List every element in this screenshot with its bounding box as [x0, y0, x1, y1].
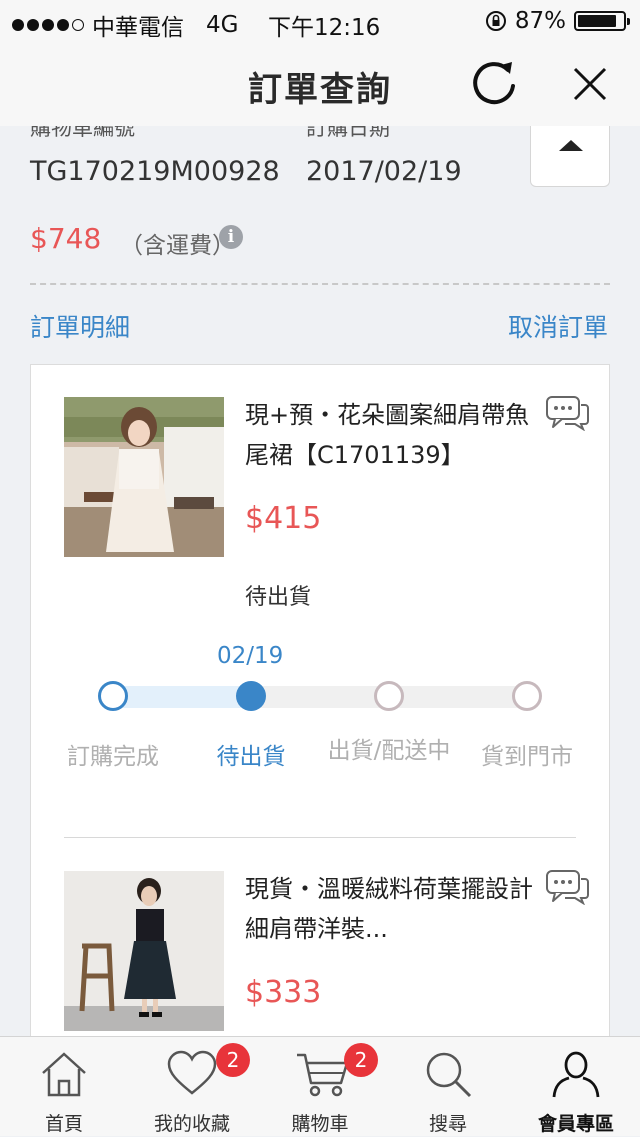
- scroll-to-top-button[interactable]: [530, 126, 610, 187]
- home-icon: [42, 1052, 86, 1097]
- tab-home-label: 首頁: [44, 1113, 83, 1135]
- tab-cart[interactable]: 2 購物車: [256, 1037, 384, 1137]
- status-bar: 中華電信 4G 下午12:16 87%: [0, 0, 640, 42]
- cart-badge: 2: [344, 1043, 378, 1077]
- step-label-shipping: 出貨/配送中: [327, 738, 451, 764]
- order-number: TG170219M00928: [30, 156, 280, 187]
- product-price: $333: [245, 975, 322, 1010]
- step-label-arrived: 貨到門市: [481, 744, 573, 770]
- tab-favorites[interactable]: 2 我的收藏: [128, 1037, 256, 1137]
- step-circle-arrived: [512, 681, 542, 711]
- network-type: 4G: [206, 12, 239, 38]
- chat-bubble-icon[interactable]: [545, 395, 589, 431]
- tab-member[interactable]: 會員專區: [512, 1037, 640, 1137]
- step-circle-pending: [236, 681, 266, 711]
- cancel-order-link[interactable]: 取消訂單: [508, 308, 608, 344]
- tab-member-label: 會員專區: [537, 1113, 614, 1135]
- heart-icon: [167, 1050, 217, 1095]
- signal-strength-icon: [12, 19, 84, 31]
- cart-icon: [297, 1053, 349, 1097]
- battery-percent: 87%: [514, 8, 566, 34]
- info-icon[interactable]: i: [219, 225, 243, 249]
- order-details-link[interactable]: 訂單明細: [30, 308, 130, 344]
- product-image[interactable]: [64, 397, 224, 557]
- tab-search[interactable]: 搜尋: [384, 1037, 512, 1137]
- carrier-name: 中華電信: [92, 15, 184, 41]
- item-divider: [64, 837, 576, 838]
- progress-track: [113, 686, 527, 708]
- navigation-bar: 訂單查詢: [0, 42, 640, 126]
- order-content[interactable]: 購物車編號 訂購日期 TG170219M00928 2017/02/19 $74…: [0, 126, 640, 1036]
- close-icon[interactable]: [568, 62, 612, 106]
- step-label-ordered: 訂購完成: [67, 744, 159, 770]
- order-total: $748: [30, 222, 102, 255]
- order-date: 2017/02/19: [306, 156, 462, 187]
- order-number-label: 購物車編號: [30, 126, 135, 140]
- step-date: 02/19: [217, 643, 284, 669]
- step-circle-ordered: [98, 681, 128, 711]
- tab-home[interactable]: 首頁: [0, 1037, 128, 1137]
- product-image[interactable]: [64, 871, 224, 1031]
- tab-search-label: 搜尋: [428, 1113, 467, 1135]
- step-circle-shipping: [374, 681, 404, 711]
- product-price: $415: [245, 501, 322, 536]
- product-name[interactable]: 現+預・花朵圖案細肩帶魚尾裙【C1701139】: [245, 395, 535, 475]
- search-icon: [426, 1052, 472, 1098]
- tab-favorites-label: 我的收藏: [153, 1113, 230, 1135]
- order-items-card: 現+預・花朵圖案細肩帶魚尾裙【C1701139】 $415 待出貨 02/19 …: [30, 364, 610, 1036]
- progress-track-done: [113, 686, 251, 708]
- tab-bar: 首頁 2 我的收藏 2 購物車 搜尋 會員專區: [0, 1036, 640, 1136]
- user-icon: [552, 1051, 600, 1098]
- caret-up-icon: [559, 140, 583, 151]
- product-status: 待出貨: [245, 585, 312, 610]
- product-name[interactable]: 現貨・溫暖絨料荷葉擺設計細肩帶洋裝...: [245, 869, 535, 949]
- page-title: 訂單查詢: [248, 70, 392, 110]
- refresh-icon[interactable]: [468, 56, 522, 110]
- favorites-badge: 2: [216, 1043, 250, 1077]
- status-time: 下午12:16: [268, 15, 381, 41]
- battery-icon: [574, 11, 630, 31]
- tab-cart-label: 購物車: [291, 1113, 349, 1135]
- chat-bubble-icon[interactable]: [545, 869, 589, 905]
- order-date-label: 訂購日期: [306, 126, 390, 140]
- step-label-pending: 待出貨: [216, 744, 286, 770]
- dashed-divider: [30, 283, 610, 285]
- shipping-note: （含運費）: [120, 233, 235, 259]
- rotation-lock-icon: [485, 11, 506, 31]
